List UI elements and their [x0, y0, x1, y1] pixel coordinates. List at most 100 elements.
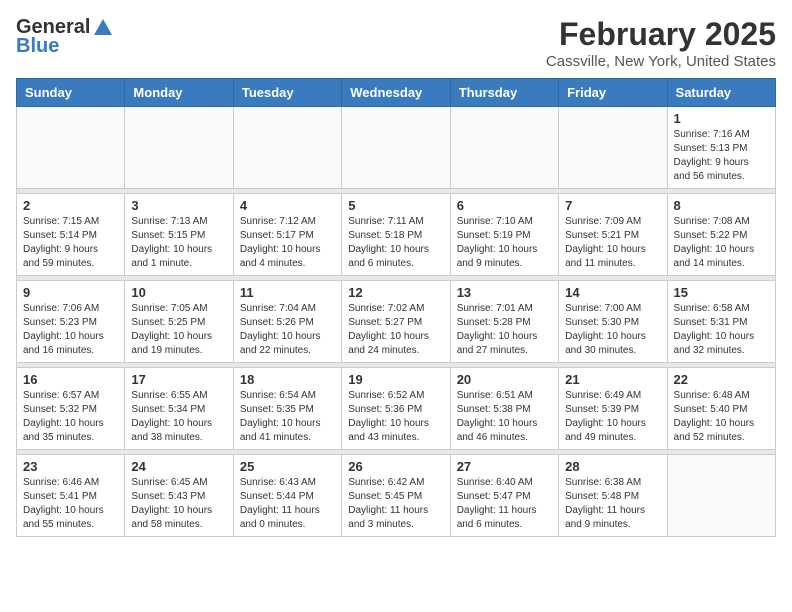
day-info: Sunrise: 6:49 AM Sunset: 5:39 PM Dayligh…	[565, 389, 660, 445]
col-tuesday: Tuesday	[233, 79, 341, 107]
day-info: Sunrise: 6:45 AM Sunset: 5:43 PM Dayligh…	[131, 476, 226, 532]
col-monday: Monday	[125, 79, 233, 107]
day-number: 7	[565, 198, 660, 213]
calendar-day: 8Sunrise: 7:08 AM Sunset: 5:22 PM Daylig…	[667, 194, 775, 276]
calendar-day: 3 Sunrise: 7:13 AM Sunset: 5:15 PM Daylig…	[125, 194, 233, 276]
calendar-day: 19 Sunrise: 6:52 AM Sunset: 5:36 PM Dayli…	[342, 368, 450, 450]
day-number: 9	[23, 285, 118, 300]
header: General Blue February 2025 Cassville, Ne…	[16, 16, 776, 70]
day-number: 2	[23, 198, 118, 213]
day-number: 16	[23, 372, 118, 387]
logo-blue-text: Blue	[16, 35, 59, 58]
calendar-day: 5 Sunrise: 7:11 AM Sunset: 5:18 PM Daylig…	[342, 194, 450, 276]
calendar-day: 11 Sunrise: 7:04 AM Sunset: 5:26 PM Dayli…	[233, 281, 341, 363]
calendar-day: 14 Sunrise: 7:00 AM Sunset: 5:30 PM Dayli…	[559, 281, 667, 363]
day-number: 22	[674, 372, 769, 387]
day-info: Sunrise: 6:52 AM Sunset: 5:36 PM Dayligh…	[348, 389, 443, 445]
calendar-day: 10 Sunrise: 7:05 AM Sunset: 5:25 PM Dayli…	[125, 281, 233, 363]
day-number: 15	[674, 285, 769, 300]
calendar-day: 25 Sunrise: 6:43 AM Sunset: 5:44 PM Dayli…	[233, 455, 341, 537]
calendar-day	[125, 107, 233, 189]
day-info: Sunrise: 6:48 AM Sunset: 5:40 PM Dayligh…	[674, 389, 769, 445]
calendar-day: 12Sunrise: 7:02 AM Sunset: 5:27 PM Dayli…	[342, 281, 450, 363]
day-number: 24	[131, 459, 226, 474]
day-info: Sunrise: 6:55 AM Sunset: 5:34 PM Dayligh…	[131, 389, 226, 445]
day-info: Sunrise: 7:04 AM Sunset: 5:26 PM Dayligh…	[240, 302, 335, 358]
title-area: February 2025 Cassville, New York, Unite…	[546, 16, 776, 70]
day-number: 14	[565, 285, 660, 300]
day-number: 11	[240, 285, 335, 300]
calendar-day: 1 Sunrise: 7:16 AM Sunset: 5:13 PM Daylig…	[667, 107, 775, 189]
day-info: Sunrise: 7:00 AM Sunset: 5:30 PM Dayligh…	[565, 302, 660, 358]
calendar-day: 20 Sunrise: 6:51 AM Sunset: 5:38 PM Dayli…	[450, 368, 558, 450]
calendar-day: 4 Sunrise: 7:12 AM Sunset: 5:17 PM Daylig…	[233, 194, 341, 276]
day-number: 23	[23, 459, 118, 474]
calendar-day: 6Sunrise: 7:10 AM Sunset: 5:19 PM Daylig…	[450, 194, 558, 276]
day-number: 21	[565, 372, 660, 387]
day-number: 25	[240, 459, 335, 474]
calendar-day: 23 Sunrise: 6:46 AM Sunset: 5:41 PM Dayli…	[17, 455, 125, 537]
calendar-day: 2 Sunrise: 7:15 AM Sunset: 5:14 PM Daylig…	[17, 194, 125, 276]
calendar-day: 7 Sunrise: 7:09 AM Sunset: 5:21 PM Daylig…	[559, 194, 667, 276]
day-number: 3	[131, 198, 226, 213]
calendar-table: Sunday Monday Tuesday Wednesday Thursday…	[16, 78, 776, 537]
col-thursday: Thursday	[450, 79, 558, 107]
day-number: 17	[131, 372, 226, 387]
day-info: Sunrise: 7:16 AM Sunset: 5:13 PM Dayligh…	[674, 128, 769, 184]
day-number: 8	[674, 198, 769, 213]
day-number: 5	[348, 198, 443, 213]
day-info: Sunrise: 6:58 AM Sunset: 5:31 PM Dayligh…	[674, 302, 769, 358]
week-row-1: 1 Sunrise: 7:16 AM Sunset: 5:13 PM Daylig…	[17, 107, 776, 189]
week-row-5: 23 Sunrise: 6:46 AM Sunset: 5:41 PM Dayli…	[17, 455, 776, 537]
day-info: Sunrise: 7:06 AM Sunset: 5:23 PM Dayligh…	[23, 302, 118, 358]
day-info: Sunrise: 6:51 AM Sunset: 5:38 PM Dayligh…	[457, 389, 552, 445]
day-info: Sunrise: 7:11 AM Sunset: 5:18 PM Dayligh…	[348, 215, 443, 271]
day-info: Sunrise: 6:46 AM Sunset: 5:41 PM Dayligh…	[23, 476, 118, 532]
day-number: 20	[457, 372, 552, 387]
day-number: 4	[240, 198, 335, 213]
day-info: Sunrise: 7:01 AM Sunset: 5:28 PM Dayligh…	[457, 302, 552, 358]
calendar-day: 27Sunrise: 6:40 AM Sunset: 5:47 PM Dayli…	[450, 455, 558, 537]
day-info: Sunrise: 6:57 AM Sunset: 5:32 PM Dayligh…	[23, 389, 118, 445]
col-wednesday: Wednesday	[342, 79, 450, 107]
day-number: 13	[457, 285, 552, 300]
calendar-header-row: Sunday Monday Tuesday Wednesday Thursday…	[17, 79, 776, 107]
col-friday: Friday	[559, 79, 667, 107]
week-row-2: 2 Sunrise: 7:15 AM Sunset: 5:14 PM Daylig…	[17, 194, 776, 276]
day-number: 10	[131, 285, 226, 300]
calendar-day: 13 Sunrise: 7:01 AM Sunset: 5:28 PM Dayli…	[450, 281, 558, 363]
day-number: 1	[674, 111, 769, 126]
day-info: Sunrise: 7:13 AM Sunset: 5:15 PM Dayligh…	[131, 215, 226, 271]
day-info: Sunrise: 7:09 AM Sunset: 5:21 PM Dayligh…	[565, 215, 660, 271]
logo-icon	[92, 17, 114, 39]
day-info: Sunrise: 7:05 AM Sunset: 5:25 PM Dayligh…	[131, 302, 226, 358]
calendar-day: 21 Sunrise: 6:49 AM Sunset: 5:39 PM Dayli…	[559, 368, 667, 450]
col-saturday: Saturday	[667, 79, 775, 107]
day-number: 28	[565, 459, 660, 474]
day-number: 26	[348, 459, 443, 474]
day-info: Sunrise: 6:42 AM Sunset: 5:45 PM Dayligh…	[348, 476, 443, 532]
week-row-4: 16 Sunrise: 6:57 AM Sunset: 5:32 PM Dayli…	[17, 368, 776, 450]
day-info: Sunrise: 6:43 AM Sunset: 5:44 PM Dayligh…	[240, 476, 335, 532]
calendar-day	[342, 107, 450, 189]
calendar-day	[667, 455, 775, 537]
day-number: 19	[348, 372, 443, 387]
calendar-day: 26 Sunrise: 6:42 AM Sunset: 5:45 PM Dayli…	[342, 455, 450, 537]
col-sunday: Sunday	[17, 79, 125, 107]
calendar-day: 24 Sunrise: 6:45 AM Sunset: 5:43 PM Dayli…	[125, 455, 233, 537]
day-info: Sunrise: 6:38 AM Sunset: 5:48 PM Dayligh…	[565, 476, 660, 532]
location-subtitle: Cassville, New York, United States	[546, 53, 776, 70]
calendar-day: 9 Sunrise: 7:06 AM Sunset: 5:23 PM Daylig…	[17, 281, 125, 363]
calendar-day: 28 Sunrise: 6:38 AM Sunset: 5:48 PM Dayli…	[559, 455, 667, 537]
day-info: Sunrise: 6:40 AM Sunset: 5:47 PM Dayligh…	[457, 476, 552, 532]
day-number: 6	[457, 198, 552, 213]
calendar-day	[559, 107, 667, 189]
calendar-day	[233, 107, 341, 189]
calendar-day: 18Sunrise: 6:54 AM Sunset: 5:35 PM Dayli…	[233, 368, 341, 450]
day-info: Sunrise: 7:02 AM Sunset: 5:27 PM Dayligh…	[348, 302, 443, 358]
day-info: Sunrise: 7:15 AM Sunset: 5:14 PM Dayligh…	[23, 215, 118, 271]
day-info: Sunrise: 6:54 AM Sunset: 5:35 PM Dayligh…	[240, 389, 335, 445]
day-info: Sunrise: 7:12 AM Sunset: 5:17 PM Dayligh…	[240, 215, 335, 271]
calendar-day: 15 Sunrise: 6:58 AM Sunset: 5:31 PM Dayli…	[667, 281, 775, 363]
calendar-day: 17 Sunrise: 6:55 AM Sunset: 5:34 PM Dayli…	[125, 368, 233, 450]
